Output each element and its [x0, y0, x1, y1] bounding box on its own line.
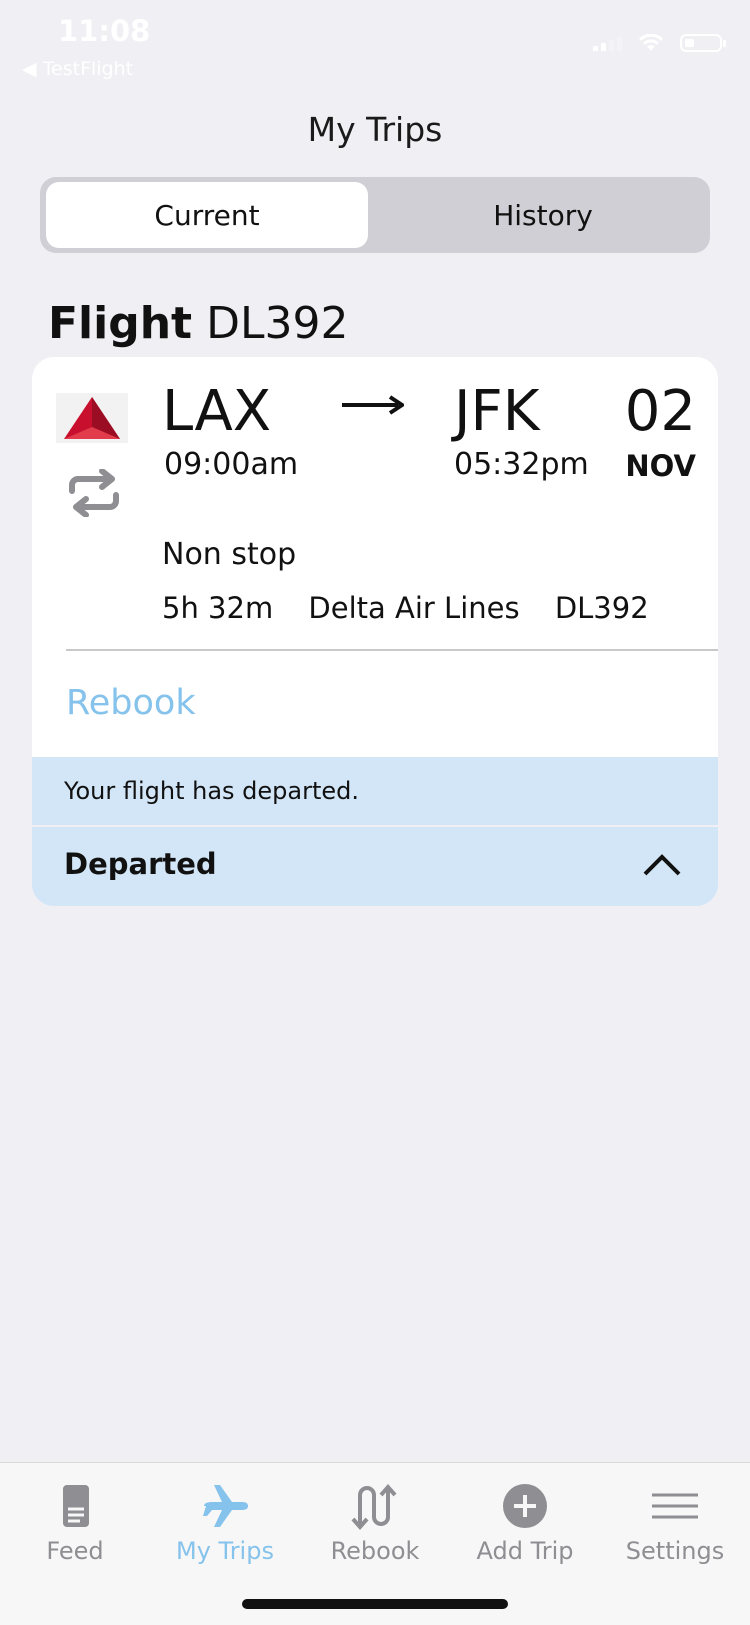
- status-icons: [593, 34, 726, 52]
- add-circle-icon: [503, 1484, 547, 1528]
- feed-icon: [63, 1485, 89, 1527]
- chevron-up-icon[interactable]: [642, 851, 682, 877]
- flight-heading-prefix: Flight: [48, 298, 193, 349]
- flight-number: DL392: [554, 591, 649, 625]
- status-time: 11:08: [58, 14, 151, 48]
- segment-history[interactable]: History: [382, 182, 704, 248]
- airline-name: Delta Air Lines: [308, 591, 520, 625]
- flight-heading-number: DL392: [206, 298, 349, 349]
- date-month: NOV: [625, 449, 696, 483]
- flight-duration: 5h 32m: [162, 591, 274, 625]
- swap-arrows-icon[interactable]: [66, 469, 122, 517]
- stops-label: Non stop: [162, 537, 297, 572]
- destination-time: 05:32pm: [454, 447, 589, 482]
- signal-icon: [593, 35, 622, 51]
- tab-add-trip[interactable]: Add Trip: [450, 1475, 600, 1575]
- tab-my-trips-label: My Trips: [176, 1537, 274, 1565]
- flight-status-toggle[interactable]: Departed: [32, 827, 718, 906]
- tab-add-trip-label: Add Trip: [476, 1537, 574, 1565]
- tab-feed[interactable]: Feed: [0, 1475, 150, 1575]
- flight-heading: Flight DL392: [48, 298, 348, 349]
- origin-time: 09:00am: [164, 447, 299, 482]
- flight-meta: 5h 32m Delta Air Lines DL392: [162, 591, 675, 625]
- delta-logo-icon: [56, 393, 128, 443]
- departure-notice: Your flight has departed.: [32, 757, 718, 825]
- menu-icon: [652, 1493, 698, 1519]
- origin-code: LAX: [162, 379, 272, 444]
- tab-settings-label: Settings: [625, 1537, 725, 1565]
- tab-my-trips[interactable]: My Trips: [150, 1475, 300, 1575]
- divider: [66, 649, 718, 651]
- tab-settings[interactable]: Settings: [600, 1475, 750, 1575]
- tab-feed-label: Feed: [46, 1537, 104, 1565]
- battery-icon: [680, 34, 726, 52]
- back-to-testflight-link[interactable]: ◀ TestFlight: [22, 58, 133, 80]
- notice-text: Your flight has departed.: [64, 777, 360, 805]
- destination-code: JFK: [454, 379, 540, 444]
- home-indicator: [242, 1599, 508, 1609]
- rebook-icon: [351, 1483, 397, 1531]
- rebook-link[interactable]: Rebook: [66, 683, 196, 723]
- tab-rebook[interactable]: Rebook: [300, 1475, 450, 1575]
- wifi-icon: [639, 34, 663, 51]
- date-day: 02: [624, 379, 696, 444]
- airplane-icon: [203, 1485, 248, 1527]
- status-label: Departed: [64, 847, 217, 881]
- tab-rebook-label: Rebook: [330, 1537, 420, 1565]
- flight-card[interactable]: LAX 09:00am JFK 05:32pm 02 NOV Non stop …: [32, 357, 718, 757]
- segment-current[interactable]: Current: [46, 182, 368, 248]
- arrow-right-icon: [342, 395, 404, 415]
- page-title: My Trips: [307, 110, 443, 149]
- trips-segmented-control: Current History: [40, 177, 710, 253]
